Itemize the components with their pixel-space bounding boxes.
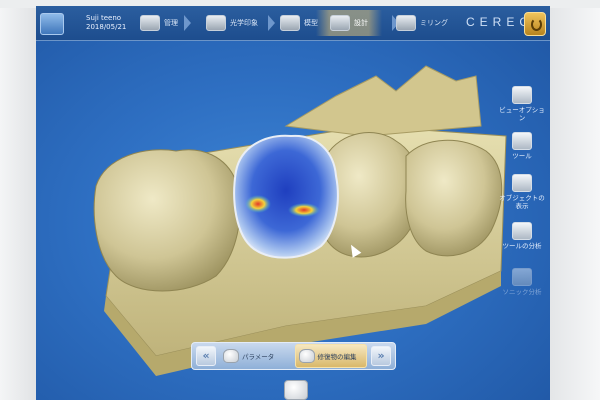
object-display-icon — [512, 174, 532, 192]
step-milling-label: ミリング — [420, 19, 448, 27]
milling-unit-icon — [396, 15, 416, 31]
previous-step-button[interactable]: « — [196, 346, 216, 366]
step-acquisition-label: 光学印象 — [230, 19, 258, 27]
chevron-right-icon — [184, 15, 191, 31]
tool-view-options-label: ビューオプション — [499, 106, 545, 122]
tool-object-display-label: オブジェクトの表示 — [499, 194, 545, 210]
step-acquisition[interactable]: 光学印象 — [206, 10, 258, 36]
model-gingiva-ridge — [284, 65, 482, 137]
step-admin-label: 管理 — [164, 19, 178, 27]
camera-icon — [206, 15, 226, 31]
edit-restoration-button[interactable]: 修復物の編集 — [294, 344, 367, 368]
tooth-icon — [223, 349, 239, 363]
cerec-screen: Suji teeno 2018/05/21 管理 光学印象 模型 設計 ミリング… — [36, 6, 550, 400]
step-model[interactable]: 模型 — [280, 10, 318, 36]
top-bar: Suji teeno 2018/05/21 管理 光学印象 模型 設計 ミリング… — [36, 6, 550, 41]
tool-tools[interactable]: ツール — [497, 132, 547, 160]
parameters-button-label: パラメータ — [242, 353, 275, 361]
tool-object-display[interactable]: オブジェクトの表示 — [497, 174, 547, 210]
tools-icon — [512, 132, 532, 150]
brand-logo: CEREC — [466, 15, 534, 29]
step-admin[interactable]: 管理 — [140, 10, 178, 36]
tool-sonic-analysis[interactable]: ソニック分析 — [497, 268, 547, 296]
step-design-label: 設計 — [354, 19, 368, 27]
chevron-right-icon — [268, 15, 275, 31]
step-milling[interactable]: ミリング — [396, 10, 448, 36]
design-tooth-icon — [330, 15, 350, 31]
app-menu-icon[interactable] — [40, 13, 64, 35]
edit-restoration-button-label: 修復物の編集 — [317, 353, 357, 361]
sonic-analysis-icon — [512, 268, 532, 286]
view-options-icon — [512, 86, 532, 104]
tooth-icon — [298, 349, 315, 363]
tool-analysis-label: ツールの分析 — [502, 242, 542, 250]
patient-date: 2018/05/21 — [86, 23, 127, 31]
monitor-bezel-left — [0, 0, 40, 400]
admin-icon — [140, 15, 160, 31]
contact-point-left — [245, 195, 271, 213]
next-step-button[interactable]: » — [371, 346, 391, 366]
contact-point-right — [288, 203, 320, 217]
crown-restoration — [233, 134, 339, 259]
patient-info: Suji teeno 2018/05/21 — [86, 14, 126, 32]
tool-sonic-analysis-label: ソニック分析 — [502, 288, 542, 296]
analysis-icon — [512, 222, 532, 240]
bottom-toolbar: « パラメータ 修復物の編集 » — [191, 342, 396, 370]
tool-tools-label: ツール — [512, 152, 532, 160]
model-icon — [280, 15, 300, 31]
power-icon[interactable] — [524, 12, 546, 36]
patient-name: Suji teeno — [86, 14, 122, 22]
tool-analysis[interactable]: ツールの分析 — [497, 222, 547, 250]
tooth-molar-left — [93, 149, 241, 292]
monitor-bezel-right — [548, 0, 600, 400]
dental-model-viewport[interactable] — [36, 6, 550, 400]
tool-view-options[interactable]: ビューオプション — [497, 86, 547, 122]
tooth-library-icon[interactable] — [284, 380, 308, 400]
parameters-button[interactable]: パラメータ — [220, 345, 291, 367]
step-design[interactable]: 設計 — [316, 10, 382, 36]
